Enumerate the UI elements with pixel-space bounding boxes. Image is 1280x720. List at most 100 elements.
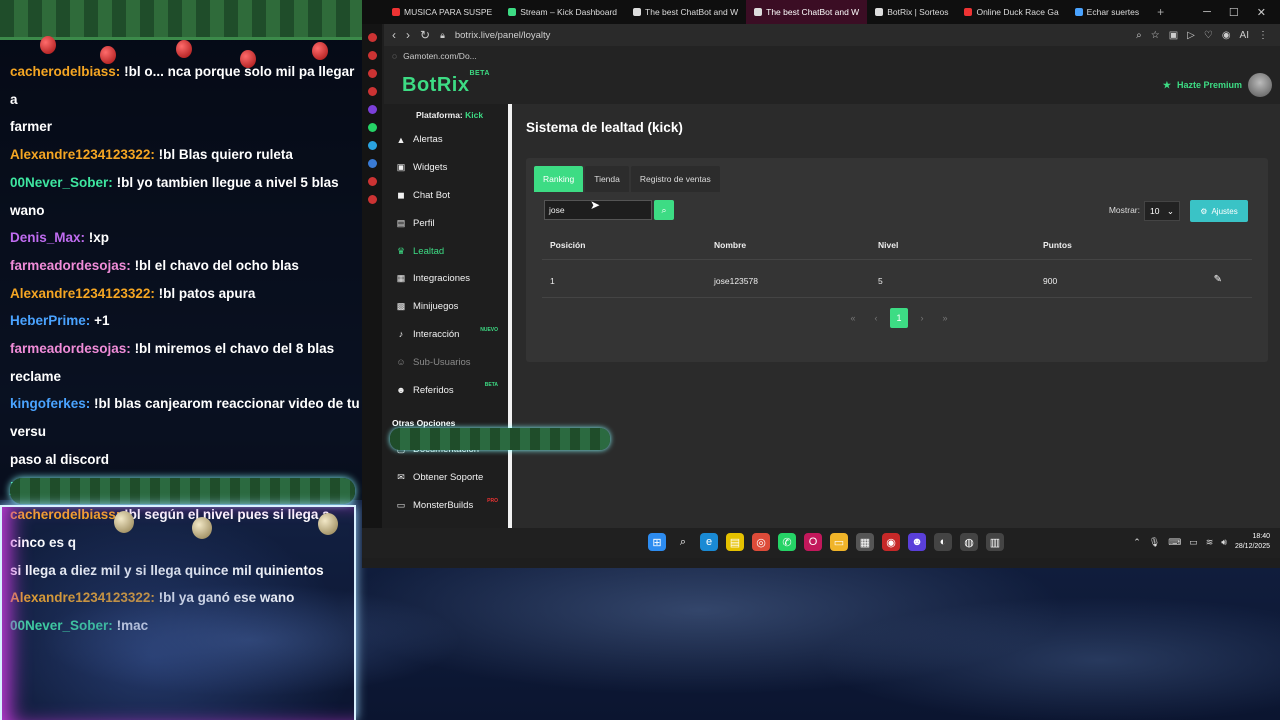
obs-icon[interactable]: ◐ <box>934 533 952 551</box>
sidebar-app-icon[interactable] <box>367 51 377 60</box>
sidebar-item-monsterbuilds[interactable]: ▭ MonsterBuilds PRO <box>384 492 508 520</box>
sidebar-item-perfil[interactable]: ▤ Perfil <box>384 209 508 237</box>
url-field[interactable]: botrix.live/panel/loyalty <box>455 30 551 41</box>
forward-icon[interactable]: › <box>406 28 410 42</box>
chevron-up-icon[interactable]: ⌃ <box>1133 537 1141 548</box>
sidebar-item-sub-usuarios[interactable]: ☺ Sub-Usuarios <box>384 348 508 376</box>
back-icon[interactable]: ‹ <box>392 28 396 42</box>
sidebar-item-integraciones[interactable]: ▦ Integraciones <box>384 265 508 293</box>
tab-tienda[interactable]: Tienda <box>585 166 629 192</box>
sidebar-app-icon[interactable] <box>367 195 377 204</box>
ai-icon[interactable]: AI <box>1240 30 1249 41</box>
pagination-button[interactable]: › <box>913 308 931 328</box>
telegram-icon[interactable] <box>367 141 377 150</box>
chat-message: Alexandre1234123322: !bl Blas quiero rul… <box>10 141 360 169</box>
heart-icon[interactable]: ♡ <box>1204 30 1213 41</box>
sidebar-icon: ◼ <box>397 189 405 200</box>
tab-ranking[interactable]: Ranking <box>534 166 584 192</box>
sidebar-icon: ♛ <box>396 245 406 256</box>
pagination-button[interactable]: » <box>936 308 954 328</box>
calendar-icon[interactable]: ▦ <box>856 533 874 551</box>
sidebar-item-obtener-soporte[interactable]: ✉ Obtener Soporte <box>384 464 508 492</box>
whatsapp-icon[interactable]: ✆ <box>778 533 796 551</box>
search-icon[interactable]: ⌕ <box>674 533 692 551</box>
discord-icon[interactable]: ☻ <box>908 533 926 551</box>
premium-button[interactable]: ★ Hazte Premium <box>1163 73 1280 97</box>
app-icon[interactable]: ◍ <box>960 533 978 551</box>
app-icon[interactable]: ◉ <box>882 533 900 551</box>
maximize-icon[interactable]: ☐ <box>1229 6 1239 19</box>
microphone-icon[interactable]: 🎙︎ <box>1149 537 1160 548</box>
keyboard-icon[interactable]: ⌨ <box>1168 537 1181 548</box>
profile-icon[interactable]: ◉ <box>1222 30 1231 41</box>
sticky-notes-icon[interactable]: ▤ <box>726 533 744 551</box>
sidebar-item-alertas[interactable]: ▲ Alertas <box>384 126 508 154</box>
browser-tab[interactable]: MUSICA PARA SUSPE <box>384 0 500 24</box>
bookmark-icon[interactable]: ☆ <box>1151 30 1160 41</box>
badge: BETA <box>484 382 498 389</box>
sidebar-app-icon[interactable] <box>367 69 377 78</box>
wifi-icon[interactable]: ≋ <box>1206 537 1214 548</box>
christmas-garland <box>0 0 362 40</box>
clock[interactable]: 18:40 28/12/2025 <box>1235 532 1270 552</box>
loyalty-card: Ranking Tienda Registro de ventas jose ⌕ M… <box>526 158 1268 362</box>
sidebar-item-referidos[interactable]: ☻ Referidos BETA <box>384 376 508 404</box>
sidebar-item-label: Perfil <box>413 217 435 229</box>
chat-username: cacherodelbiass: <box>10 64 121 79</box>
sidebar-app-icon[interactable] <box>367 87 377 96</box>
browser-tab[interactable]: Stream – Kick Dashboard <box>500 0 625 24</box>
pagination-button[interactable]: « <box>844 308 862 328</box>
browser-tab[interactable]: BotRix | Sorteos <box>867 0 956 24</box>
menu-icon[interactable]: ⋮ <box>1258 30 1268 41</box>
browser-tab[interactable]: Online Duck Race Ga <box>956 0 1066 24</box>
sidebar-app-icon[interactable] <box>367 33 377 42</box>
edit-icon[interactable]: ✎ <box>1214 274 1222 285</box>
sidebar-app-icon[interactable] <box>367 177 377 186</box>
opera-icon[interactable]: O <box>804 533 822 551</box>
play-icon[interactable]: ▷ <box>1187 30 1195 41</box>
pagination-button[interactable]: 1 <box>890 308 908 328</box>
column-header: Posición <box>550 240 586 250</box>
ornament <box>176 40 192 58</box>
new-tab-button[interactable]: + <box>1147 5 1174 19</box>
page-size-select[interactable]: 10 ⌄ <box>1144 201 1180 221</box>
edge-icon[interactable]: e <box>700 533 718 551</box>
sidebar-app-icon[interactable] <box>367 159 377 168</box>
close-icon[interactable]: ✕ <box>1257 6 1266 19</box>
settings-button[interactable]: ⚙ Ajustes <box>1190 200 1248 222</box>
sidebar-item-label: Lealtad <box>413 245 445 257</box>
sidebar-item-chat-bot[interactable]: ◼ Chat Bot <box>384 182 508 210</box>
chat-username: farmeadordesojas: <box>10 341 131 357</box>
favicon-icon <box>633 8 642 16</box>
twitch-icon[interactable] <box>367 105 377 114</box>
start-icon[interactable]: ⊞ <box>648 533 666 551</box>
botrix-logo[interactable]: BotRixBETA <box>402 70 490 97</box>
volume-icon[interactable]: 🔊︎ <box>1221 537 1227 548</box>
browser-tab[interactable]: Echar suertes <box>1067 0 1147 24</box>
monitor-icon[interactable]: ▭ <box>1189 537 1198 548</box>
chrome-icon[interactable]: ◎ <box>752 533 770 551</box>
minimize-icon[interactable]: ─ <box>1203 6 1211 19</box>
bookmark-item[interactable]: Gamoten.com/Do... <box>403 51 477 61</box>
avatar[interactable] <box>1248 73 1272 97</box>
app-icon[interactable]: ▥ <box>986 533 1004 551</box>
browser-tab[interactable]: The best ChatBot and W <box>625 0 746 24</box>
tab-label: The best ChatBot and W <box>645 7 739 17</box>
zoom-icon[interactable]: ⌕ <box>1136 30 1142 41</box>
chat-username: kingoferkes: <box>10 396 91 412</box>
sidebar-item-interacci-n[interactable]: ♪ Interacción NUEVO <box>384 321 508 349</box>
file-explorer-icon[interactable]: ▭ <box>830 533 848 551</box>
sidebar-item-lealtad[interactable]: ♛ Lealtad <box>384 237 508 265</box>
extension-icon[interactable]: ▣ <box>1169 30 1178 41</box>
whatsapp-icon[interactable] <box>367 123 377 132</box>
tab-registro-de-ventas[interactable]: Registro de ventas <box>630 166 720 192</box>
sidebar-item-minijuegos[interactable]: ▩ Minijuegos <box>384 293 508 321</box>
sidebar-icon: ▣ <box>396 162 406 173</box>
reload-icon[interactable]: ↻ <box>420 28 430 42</box>
sidebar-icon: ▦ <box>396 273 406 284</box>
browser-tab[interactable]: The best ChatBot and W <box>746 0 868 24</box>
table-divider <box>542 259 1252 260</box>
search-button[interactable]: ⌕ <box>654 200 674 220</box>
pagination-button[interactable]: ‹ <box>867 308 885 328</box>
sidebar-item-widgets[interactable]: ▣ Widgets <box>384 154 508 182</box>
